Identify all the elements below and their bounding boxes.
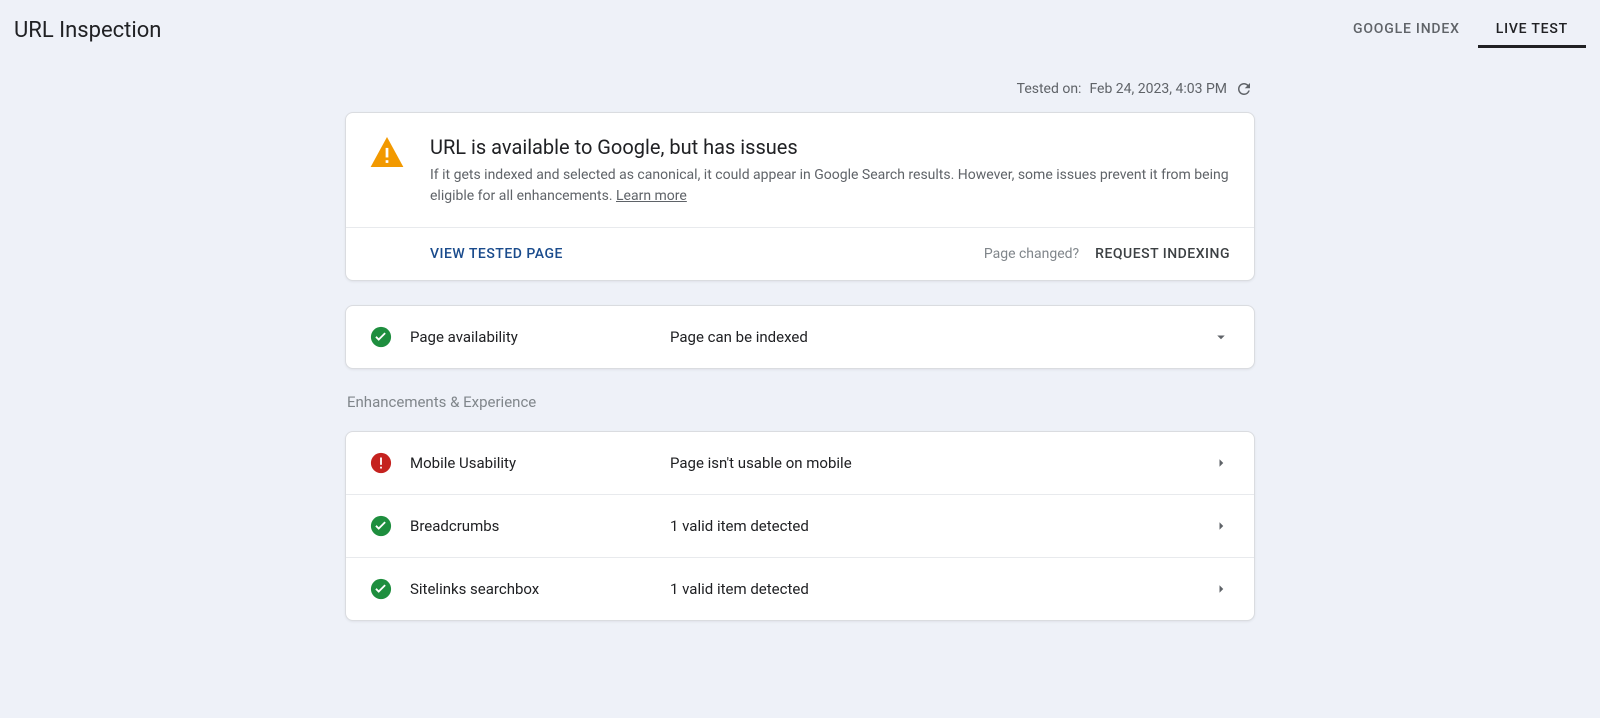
breadcrumbs-value: 1 valid item detected (670, 517, 1212, 535)
error-circle-icon (370, 452, 392, 474)
status-description: If it gets indexed and selected as canon… (430, 165, 1230, 207)
page-availability-row[interactable]: Page availability Page can be indexed (346, 306, 1254, 368)
check-circle-icon (370, 578, 392, 600)
sitelinks-row[interactable]: Sitelinks searchbox 1 valid item detecte… (346, 557, 1254, 620)
tabs: GOOGLE INDEX LIVE TEST (1335, 12, 1586, 48)
header: URL Inspection GOOGLE INDEX LIVE TEST (0, 0, 1600, 48)
learn-more-link[interactable]: Learn more (616, 188, 687, 204)
breadcrumbs-label: Breadcrumbs (410, 517, 670, 535)
enhancements-card: Mobile Usability Page isn't usable on mo… (345, 431, 1255, 621)
page-title: URL Inspection (14, 18, 161, 43)
availability-label: Page availability (410, 328, 670, 346)
sitelinks-value: 1 valid item detected (670, 580, 1212, 598)
check-circle-icon (370, 326, 392, 348)
mobile-label: Mobile Usability (410, 454, 670, 472)
content: Tested on: Feb 24, 2023, 4:03 PM URL is … (345, 48, 1255, 621)
request-indexing-button[interactable]: REQUEST INDEXING (1095, 246, 1230, 262)
tested-on-row: Tested on: Feb 24, 2023, 4:03 PM (345, 80, 1255, 98)
status-actions: VIEW TESTED PAGE Page changed? REQUEST I… (346, 227, 1254, 280)
availability-value: Page can be indexed (670, 328, 1212, 346)
status-card: URL is available to Google, but has issu… (345, 112, 1255, 281)
tab-live-test[interactable]: LIVE TEST (1478, 12, 1586, 48)
breadcrumbs-row[interactable]: Breadcrumbs 1 valid item detected (346, 494, 1254, 557)
tested-value: Feb 24, 2023, 4:03 PM (1089, 81, 1227, 97)
tested-label: Tested on: (1017, 81, 1082, 97)
warning-triangle-icon (370, 137, 404, 167)
chevron-right-icon (1212, 517, 1230, 535)
view-tested-page-button[interactable]: VIEW TESTED PAGE (430, 246, 563, 262)
availability-card: Page availability Page can be indexed (345, 305, 1255, 369)
status-text: URL is available to Google, but has issu… (430, 135, 1230, 207)
chevron-right-icon (1212, 580, 1230, 598)
page-changed-label: Page changed? (984, 246, 1079, 262)
status-title: URL is available to Google, but has issu… (430, 135, 1230, 159)
check-circle-icon (370, 515, 392, 537)
mobile-value: Page isn't usable on mobile (670, 454, 1212, 472)
actions-right: Page changed? REQUEST INDEXING (984, 246, 1230, 262)
refresh-icon[interactable] (1235, 80, 1253, 98)
status-desc-text: If it gets indexed and selected as canon… (430, 167, 1229, 204)
enhancements-heading: Enhancements & Experience (345, 393, 1255, 411)
sitelinks-label: Sitelinks searchbox (410, 580, 670, 598)
chevron-down-icon (1212, 328, 1230, 346)
status-top: URL is available to Google, but has issu… (346, 113, 1254, 227)
mobile-usability-row[interactable]: Mobile Usability Page isn't usable on mo… (346, 432, 1254, 494)
tab-google-index[interactable]: GOOGLE INDEX (1335, 12, 1478, 48)
chevron-right-icon (1212, 454, 1230, 472)
